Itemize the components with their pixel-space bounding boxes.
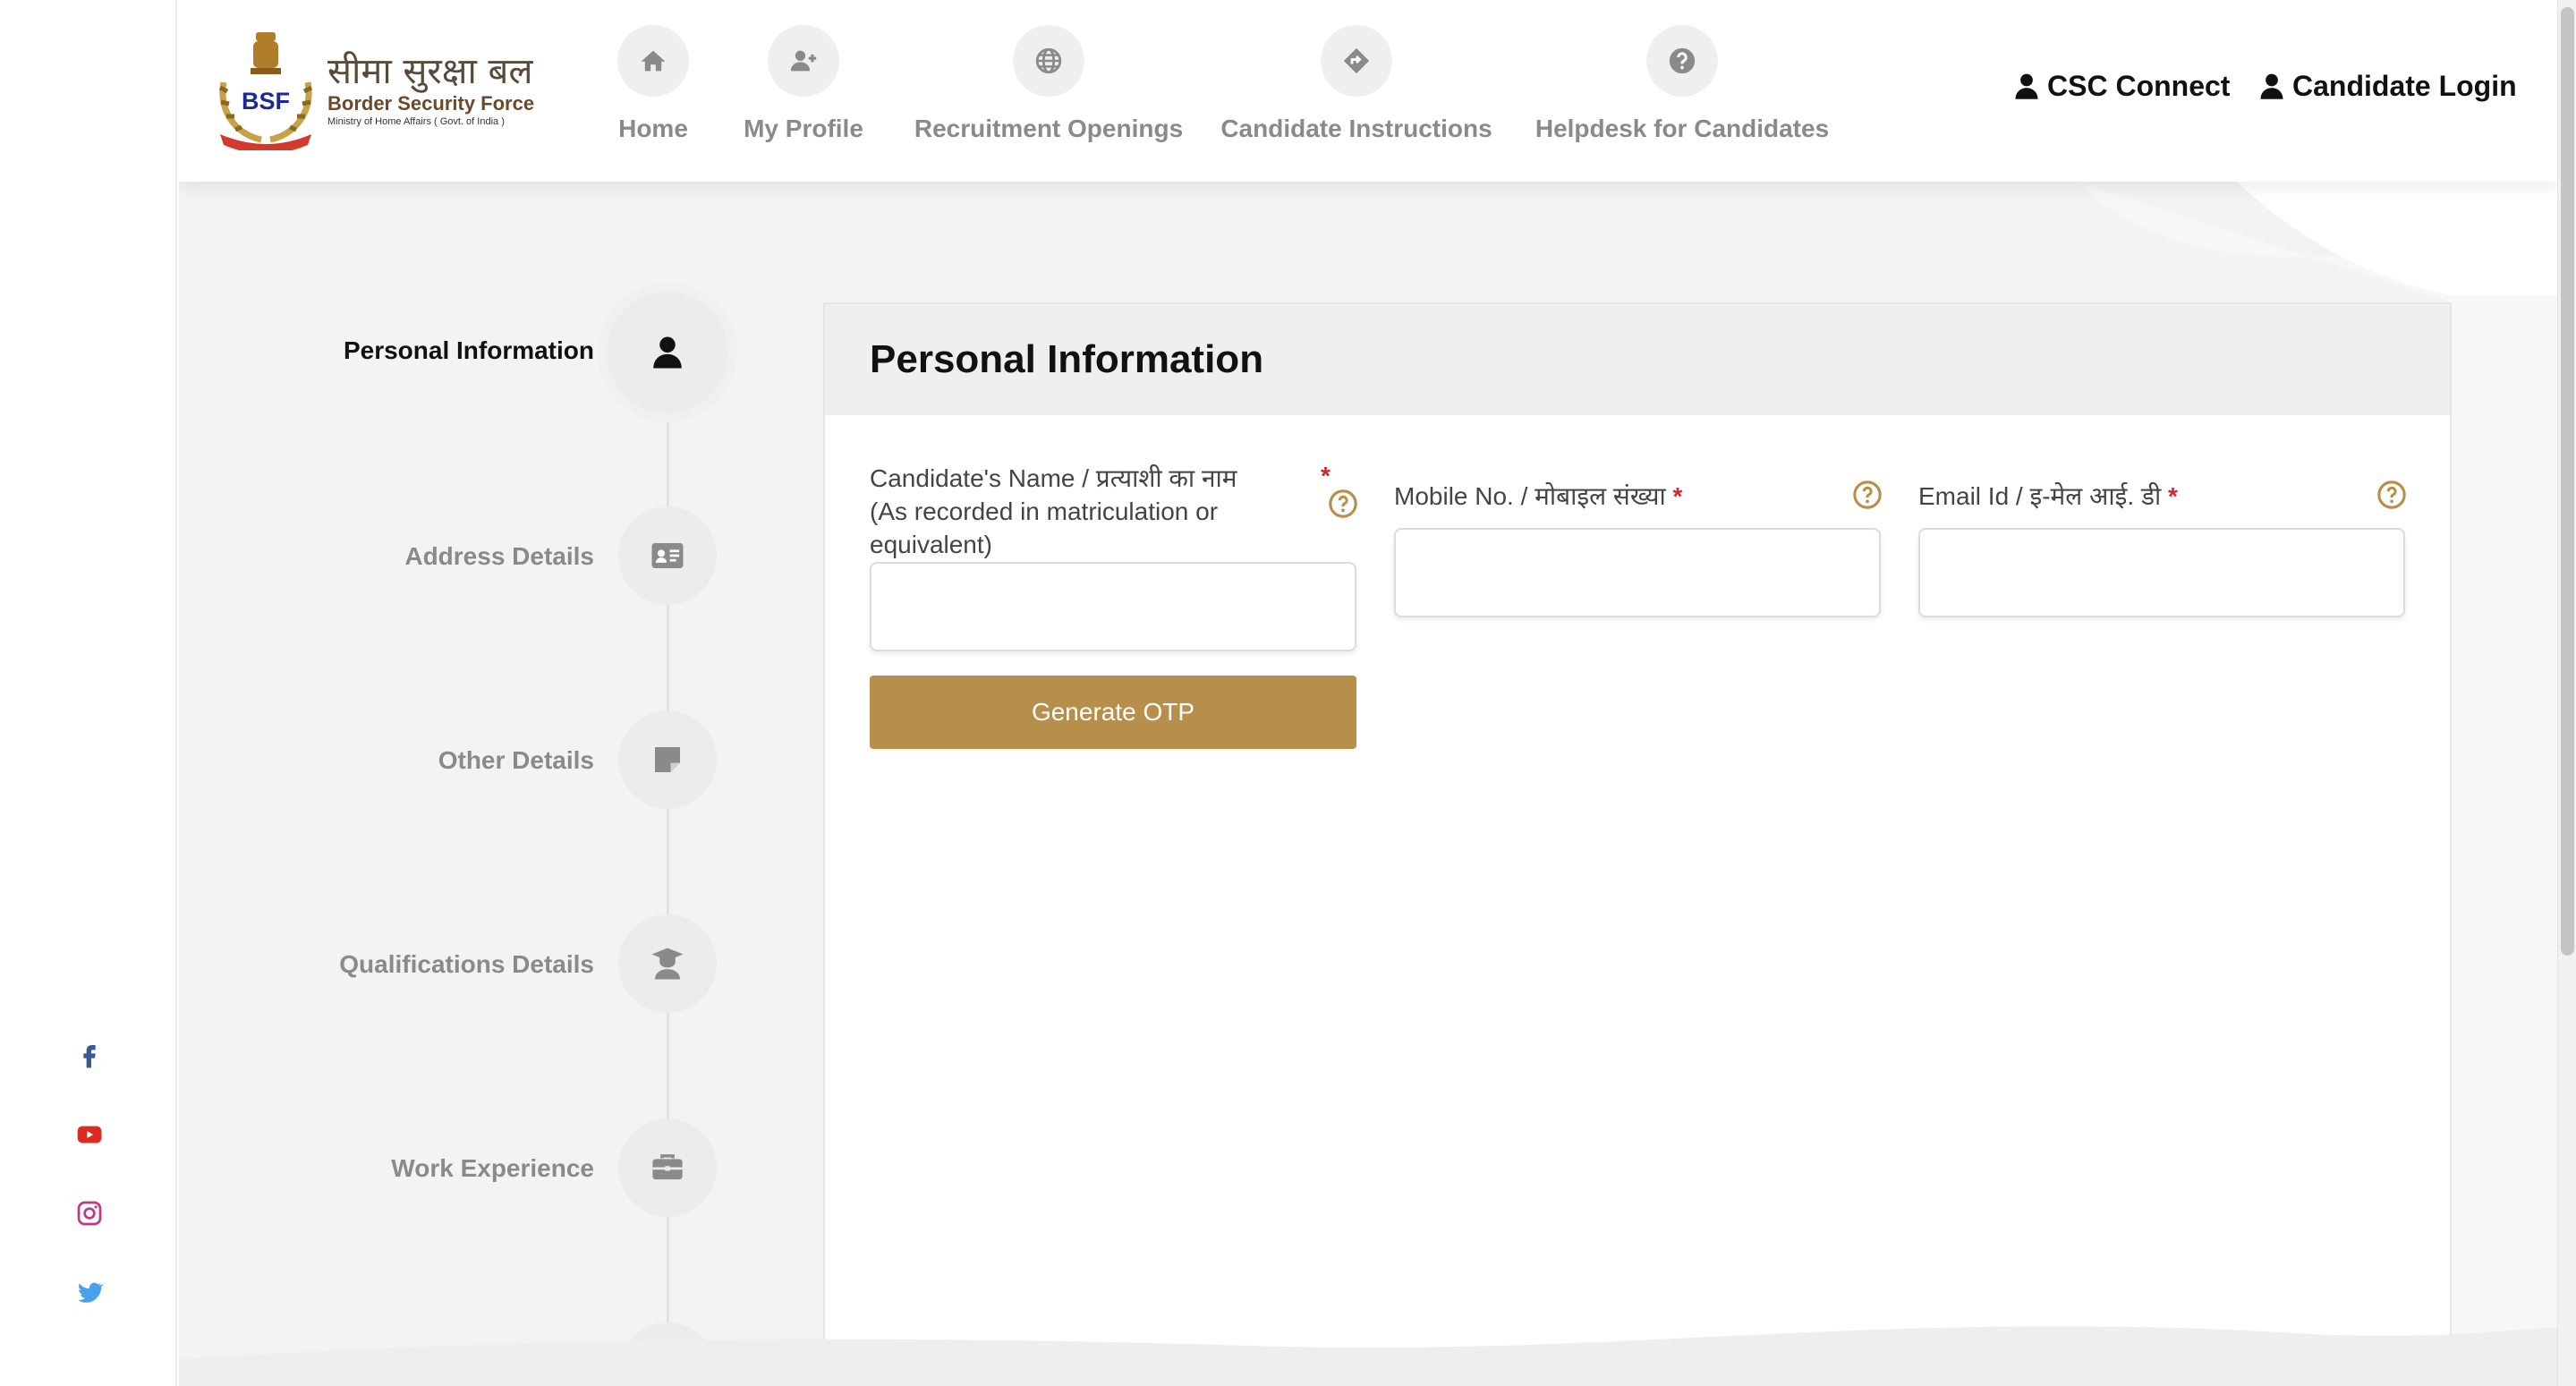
user-icon xyxy=(2260,73,2283,99)
user-icon xyxy=(2015,73,2038,99)
step-label: Qualifications Details xyxy=(339,950,594,978)
nav-label-candidate-instructions: Candidate Instructions xyxy=(1220,115,1492,142)
csc-connect-link[interactable]: CSC Connect xyxy=(2015,70,2230,103)
twitter-icon[interactable] xyxy=(72,1274,107,1310)
personal-information-card: Personal Information Candidate's Name / … xyxy=(823,302,2452,1386)
step-label: Work Experience xyxy=(391,1154,594,1182)
mobile-number-field: Mobile No. / मोबाइल संख्या * xyxy=(1394,462,1883,617)
step-circle xyxy=(618,506,717,605)
main-area: BSF सीमा सुरक्षा बल Border Security Forc… xyxy=(179,0,2557,1386)
bsf-emblem-icon: BSF xyxy=(218,32,313,150)
step-address-details[interactable]: Address Details xyxy=(179,497,761,623)
bottom-wave-decoration xyxy=(179,1326,2557,1386)
csc-connect-label: CSC Connect xyxy=(2047,70,2231,102)
youtube-icon[interactable] xyxy=(72,1117,107,1152)
vertical-scrollbar[interactable] xyxy=(2557,0,2576,1386)
step-circle xyxy=(618,710,717,809)
candidate-login-label: Candidate Login xyxy=(2292,70,2517,102)
card-header: Personal Information xyxy=(825,304,2450,415)
svg-text:BSF: BSF xyxy=(242,88,290,115)
help-icon[interactable] xyxy=(1852,480,1883,510)
id-card-icon xyxy=(651,543,684,568)
candidate-name-label-line: equivalent) xyxy=(870,531,992,558)
candidate-name-field: Candidate's Name / प्रत्याशी का नाम (As … xyxy=(870,462,1358,651)
bsf-logo[interactable]: BSF सीमा सुरक्षा बल Border Security Forc… xyxy=(211,27,551,152)
step-label: Address Details xyxy=(404,542,594,570)
nav-helpdesk[interactable]: Helpdesk for Candidates xyxy=(1535,25,1830,143)
step-circle xyxy=(618,1118,717,1217)
mobile-number-label: Mobile No. / मोबाइल संख्या * xyxy=(1394,480,1881,513)
scrollbar-thumb[interactable] xyxy=(2561,7,2574,956)
nav-label-my-profile: My Profile xyxy=(744,115,863,142)
add-user-icon xyxy=(790,50,817,72)
email-field: Email Id / इ-मेल आई. डी * xyxy=(1918,462,2407,617)
logo-ministry-text: Ministry of Home Affairs ( Govt. of Indi… xyxy=(327,116,505,127)
facebook-icon[interactable] xyxy=(72,1038,107,1074)
note-icon xyxy=(655,747,680,772)
help-icon[interactable] xyxy=(1328,489,1358,519)
email-input[interactable] xyxy=(1918,528,2405,617)
required-asterisk: * xyxy=(2168,482,2178,510)
logo-hindi-text: सीमा सुरक्षा बल xyxy=(327,51,533,92)
nav-label-helpdesk: Helpdesk for Candidates xyxy=(1535,115,1830,142)
instagram-icon[interactable] xyxy=(72,1195,107,1231)
required-asterisk: * xyxy=(1672,482,1683,510)
step-work-experience[interactable]: Work Experience xyxy=(179,1110,761,1235)
step-label: Personal Information xyxy=(343,336,594,364)
step-personal-information[interactable]: Personal Information xyxy=(179,288,761,413)
nav-label-home: Home xyxy=(618,115,688,142)
email-label: Email Id / इ-मेल आई. डी * xyxy=(1918,480,2405,513)
social-sidebar xyxy=(0,0,177,1386)
mobile-number-label-text: Mobile No. / मोबाइल संख्या xyxy=(1394,482,1666,510)
nav-label-recruitment-openings: Recruitment Openings xyxy=(914,115,1184,142)
question-icon xyxy=(1669,47,1696,74)
nav-home[interactable]: Home xyxy=(591,25,716,143)
globe-icon xyxy=(1035,47,1062,74)
form-stepper: Personal Information Address Details Oth… xyxy=(179,0,761,1386)
required-asterisk: * xyxy=(1321,462,1331,489)
candidate-name-label-line: Candidate's Name / प्रत्याशी का नाम xyxy=(870,464,1237,492)
directions-icon xyxy=(1343,47,1370,74)
user-icon xyxy=(653,336,682,369)
candidate-login-link[interactable]: Candidate Login xyxy=(2260,70,2517,103)
generate-otp-button[interactable]: Generate OTP xyxy=(870,676,1356,749)
logo-english-text: Border Security Force xyxy=(327,92,535,115)
step-other-details[interactable]: Other Details xyxy=(179,702,761,827)
nav-my-profile[interactable]: My Profile xyxy=(732,25,875,143)
nav-recruitment-openings[interactable]: Recruitment Openings xyxy=(914,25,1183,143)
candidate-name-label-line: (As recorded in matriculation or xyxy=(870,497,1219,525)
home-icon xyxy=(641,50,666,72)
candidate-name-input[interactable] xyxy=(870,562,1356,651)
step-circle xyxy=(607,292,728,413)
candidate-name-label: Candidate's Name / प्रत्याशी का नाम (As … xyxy=(870,462,1263,561)
nav-candidate-instructions[interactable]: Candidate Instructions xyxy=(1220,25,1492,143)
step-qualifications-details[interactable]: Qualifications Details xyxy=(179,906,761,1031)
mobile-number-input[interactable] xyxy=(1394,528,1881,617)
step-circle xyxy=(618,914,717,1013)
email-label-text: Email Id / इ-मेल आई. डी xyxy=(1918,482,2162,510)
help-icon[interactable] xyxy=(2376,480,2407,510)
card-title: Personal Information xyxy=(870,337,1264,381)
briefcase-icon xyxy=(652,1154,683,1180)
graduate-icon xyxy=(651,948,684,980)
top-header: BSF सीमा सुरक्षा बल Border Security Forc… xyxy=(179,0,2557,182)
step-label: Other Details xyxy=(438,746,594,774)
